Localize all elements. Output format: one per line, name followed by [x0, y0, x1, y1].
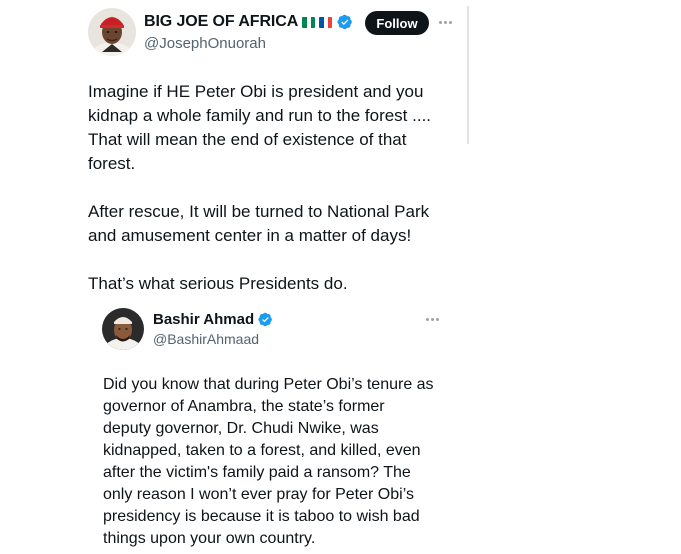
tweet-header: BIG JOE OF AFRICA @JosephOnuorah Follow	[84, 4, 464, 60]
thread-divider	[467, 6, 469, 144]
verified-badge-icon	[258, 312, 273, 326]
quoted-author-avatar[interactable]	[102, 308, 144, 350]
follow-button[interactable]: Follow	[365, 11, 429, 35]
more-horizontal-icon[interactable]	[426, 318, 439, 321]
more-horizontal-icon[interactable]	[439, 21, 452, 24]
quoted-author-display-name[interactable]: Bashir Ahmad	[153, 311, 254, 328]
display-name-row: BIG JOE OF AFRICA	[144, 11, 353, 33]
quoted-tweet-text: Did you know that during Peter Obi’s ten…	[103, 376, 434, 547]
quoted-tweet[interactable]: Bashir Ahmad @BashirAhmaad Did you know …	[96, 298, 456, 554]
tweet-screenshot: BIG JOE OF AFRICA @JosephOnuorah Follow …	[0, 0, 681, 554]
verified-badge-icon	[337, 14, 353, 30]
author-handle[interactable]: @JosephOnuorah	[144, 35, 353, 52]
quoted-author-names: Bashir Ahmad @BashirAhmaad	[153, 309, 273, 347]
france-flag-icon	[319, 16, 333, 28]
author-names: BIG JOE OF AFRICA @JosephOnuorah	[144, 11, 353, 52]
quoted-display-name-row: Bashir Ahmad	[153, 309, 273, 329]
author-display-name[interactable]: BIG JOE OF AFRICA	[144, 13, 298, 31]
tweet-text: Imagine if HE Peter Obi is president and…	[88, 82, 432, 293]
author-avatar[interactable]	[88, 8, 136, 56]
nigeria-flag-icon	[302, 16, 316, 28]
quoted-author-handle[interactable]: @BashirAhmaad	[153, 331, 273, 347]
